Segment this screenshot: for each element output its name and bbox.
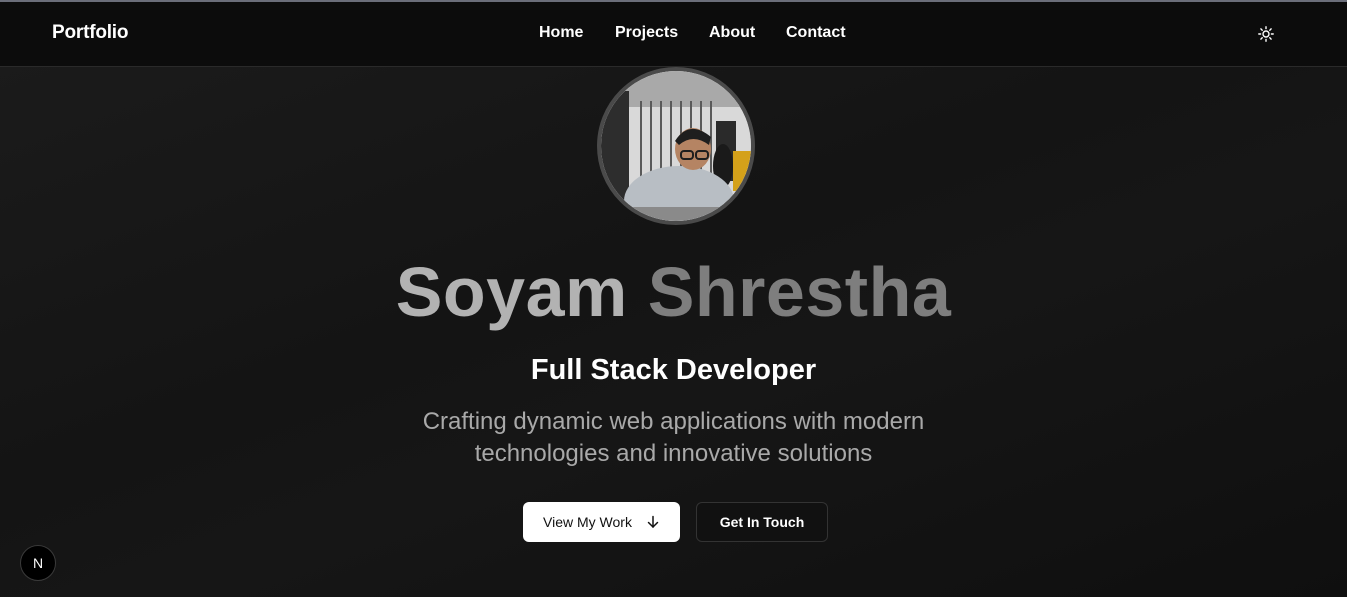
nav-links: Home Projects About Contact [0,24,1347,48]
nav-link-home[interactable]: Home [539,24,583,42]
hero-tagline-line1: Crafting dynamic web applications with m… [422,408,925,435]
hero-tagline: Crafting dynamic web applications with m… [0,406,1347,470]
hero-tagline-line2: technologies and innovative solutions [474,440,873,467]
sun-icon [1258,26,1274,42]
hero-name-last: Shrestha [647,253,952,331]
hero-role: Full Stack Developer [530,354,817,386]
theme-toggle-button[interactable] [1254,22,1278,46]
get-in-touch-button[interactable]: Get In Touch [696,502,828,542]
nav-link-about[interactable]: About [709,24,755,42]
view-my-work-button[interactable]: View My Work [523,502,680,542]
hero-name: Soyam Shrestha [0,252,1347,332]
nav-link-projects[interactable]: Projects [615,24,678,42]
profile-photo [601,71,751,221]
nav-link-contact[interactable]: Contact [786,24,846,42]
arrow-down-icon [646,515,660,529]
nextjs-logo-icon: N [32,555,44,571]
nextjs-dev-indicator-button[interactable]: N [20,545,56,581]
page: Portfolio Home Projects About Contact So… [0,0,1347,597]
get-in-touch-label: Get In Touch [719,514,805,530]
hero-name-first: Soyam [395,253,628,331]
profile-avatar [597,67,755,225]
navbar: Portfolio Home Projects About Contact [0,2,1347,67]
view-my-work-label: View My Work [543,514,632,530]
